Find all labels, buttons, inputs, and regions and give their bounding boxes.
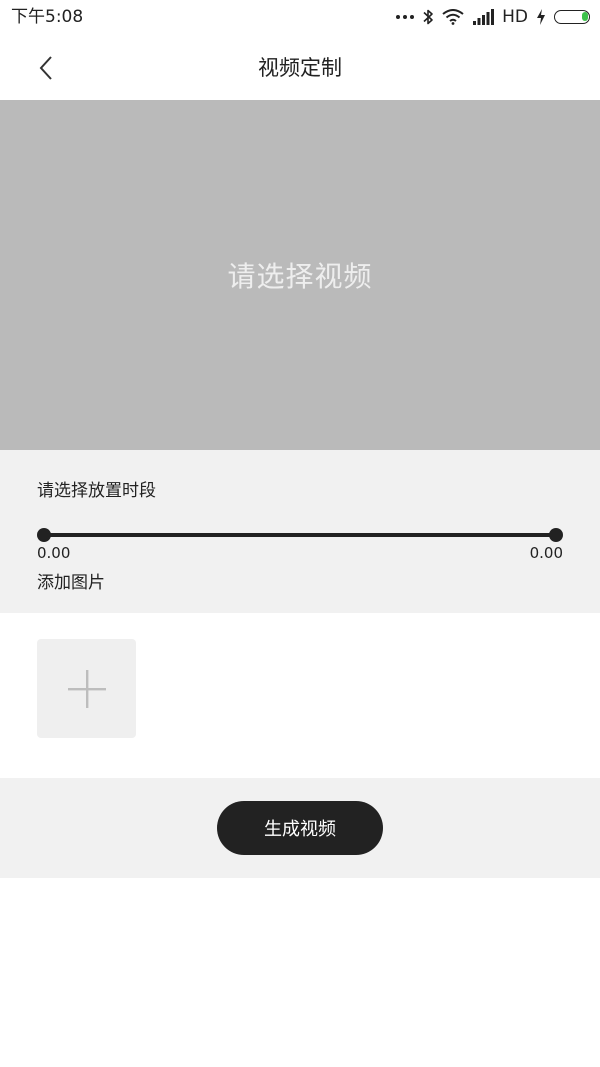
slider-end-handle[interactable] xyxy=(549,528,563,542)
time-range-label: 请选择放置时段 xyxy=(37,481,156,501)
status-bar: 下午5:08 HD xyxy=(0,0,600,36)
page-title: 视频定制 xyxy=(258,56,342,80)
time-range-section: 请选择放置时段 0.00 0.00 添加图片 xyxy=(0,450,600,613)
slider-start-handle[interactable] xyxy=(37,528,51,542)
charging-icon xyxy=(537,9,545,25)
battery-icon xyxy=(554,10,590,24)
time-range-slider[interactable] xyxy=(37,528,563,542)
status-time: 下午5:08 xyxy=(11,7,84,27)
status-icons: HD xyxy=(396,6,590,28)
add-image-button[interactable] xyxy=(37,639,136,738)
generate-video-button[interactable]: 生成视频 xyxy=(217,801,383,855)
add-image-label: 添加图片 xyxy=(37,573,105,593)
end-time-value: 0.00 xyxy=(529,544,563,562)
wifi-icon xyxy=(442,9,464,25)
plus-icon xyxy=(67,669,106,708)
image-section xyxy=(0,613,600,778)
signal-icon xyxy=(473,9,495,25)
start-time-value: 0.00 xyxy=(37,544,71,562)
bluetooth-icon xyxy=(423,9,433,25)
nav-bar: 视频定制 xyxy=(0,36,600,100)
video-picker[interactable]: 请选择视频 xyxy=(0,100,600,450)
action-section: 生成视频 xyxy=(0,778,600,878)
more-dots-icon xyxy=(396,15,415,19)
video-placeholder-text: 请选择视频 xyxy=(227,260,373,293)
slider-track[interactable] xyxy=(44,533,556,537)
network-type: HD xyxy=(502,7,528,27)
